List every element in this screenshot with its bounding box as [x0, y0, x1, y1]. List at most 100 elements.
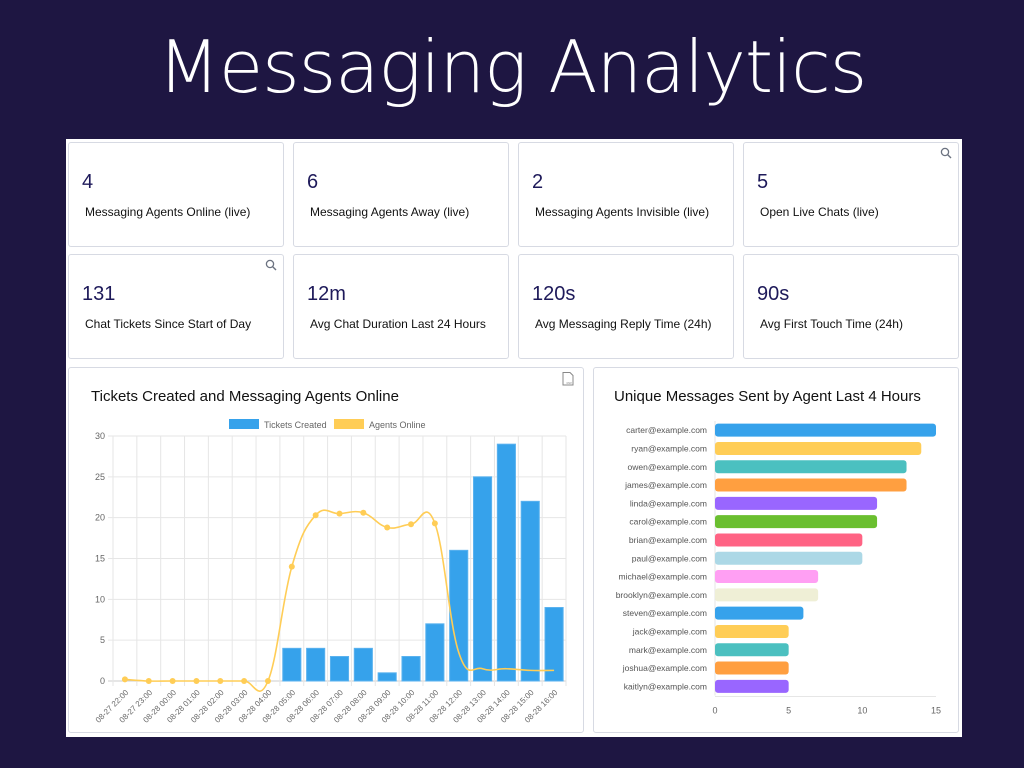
stat-label: Avg First Touch Time (24h) [760, 317, 903, 331]
stat-label: Chat Tickets Since Start of Day [85, 317, 252, 331]
ticket-bar [449, 549, 469, 682]
agent-messages-chart: carter@example.com ryan@example.com owen@e… [616, 421, 941, 716]
ticket-bar [353, 647, 373, 682]
agent-label: michael@example.com [619, 572, 707, 582]
stat-card: 12m Avg Chat Duration Last 24 Hours [293, 254, 509, 359]
y-tick-label: 5 [100, 635, 105, 645]
stat-value: 131 [82, 283, 116, 305]
agent-label: owen@example.com [628, 462, 708, 472]
agent-bar [715, 570, 819, 584]
search-icon[interactable] [265, 259, 277, 271]
y-tick-label: 30 [95, 431, 105, 441]
stat-card: 131 Chat Tickets Since Start of Day [68, 254, 284, 359]
agent-bar [715, 441, 922, 455]
stat-value: 2 [532, 171, 544, 193]
legend-swatch [229, 419, 259, 429]
tickets-agents-chart-card: Tickets Created and Messaging Agents Onl… [68, 367, 584, 733]
y-tick-label: 10 [95, 594, 105, 604]
agent-label: brian@example.com [629, 535, 707, 545]
agent-bar [715, 643, 789, 657]
legend-label: Agents Online [369, 420, 426, 430]
legend-label: Tickets Created [264, 420, 327, 430]
stat-card: 5 Open Live Chats (live) [743, 142, 959, 247]
x-tick-label: 15 [931, 706, 941, 716]
agents-online-point [264, 678, 271, 684]
tickets-agents-chart: Tickets Created Agents Online 0 5 10 15 20 25 30… [94, 419, 567, 725]
stat-value: 120s [532, 283, 576, 305]
agents-online-point [384, 524, 391, 531]
agent-label: kaitlyn@example.com [624, 681, 707, 691]
ticket-bar [329, 656, 350, 682]
stat-label: Avg Messaging Reply Time (24h) [535, 317, 712, 331]
legend-swatch [334, 419, 364, 429]
agents-online-point [408, 521, 415, 528]
agents-online-point [360, 509, 367, 516]
agent-label: carter@example.com [626, 425, 707, 435]
agent-label: brooklyn@example.com [616, 590, 707, 600]
ticket-bar [401, 656, 421, 682]
stat-label: Messaging Agents Invisible (live) [535, 205, 710, 219]
agents-online-point [336, 510, 343, 517]
agent-bar [715, 460, 907, 474]
agent-label: mark@example.com [629, 645, 707, 655]
agent-bar [715, 423, 936, 437]
dashboard-panel: 4 Messaging Agents Online (live) 6 Messagin… [66, 139, 962, 737]
agents-online-point [169, 678, 176, 684]
agent-bar [715, 606, 804, 620]
ticket-bar [306, 647, 326, 682]
agents-online-point [288, 563, 295, 570]
agent-label: carol@example.com [629, 517, 707, 527]
y-tick-label: 20 [95, 513, 105, 523]
agents-online-point [217, 678, 224, 684]
stat-value: 12m [307, 283, 346, 305]
agents-online-point [193, 678, 200, 684]
agents-online-point [145, 678, 152, 684]
y-tick-label: 15 [95, 554, 105, 564]
agent-bar [715, 661, 789, 675]
stat-label: Messaging Agents Away (live) [310, 205, 470, 219]
ticket-bar [472, 476, 493, 682]
x-tick-label: 10 [857, 706, 867, 716]
stat-label: Messaging Agents Online (live) [85, 205, 251, 219]
stat-card: 2 Messaging Agents Invisible (live) [518, 142, 734, 247]
search-icon[interactable] [940, 147, 952, 159]
agent-bar [715, 478, 907, 492]
agent-label: joshua@example.com [622, 663, 707, 673]
x-tick-label: 5 [786, 706, 791, 716]
ticket-bar [282, 647, 302, 682]
agent-label: ryan@example.com [631, 443, 707, 453]
ticket-bar [520, 500, 540, 682]
stat-value: 6 [307, 171, 319, 193]
stat-value: 5 [757, 171, 769, 193]
ticket-bar [425, 623, 445, 682]
agents-online-point [241, 678, 248, 684]
page-title: Messaging Analytics [157, 25, 867, 109]
agent-bar [715, 679, 789, 693]
x-tick-label: 0 [712, 706, 717, 716]
agent-label: paul@example.com [632, 553, 707, 563]
stat-value: 4 [82, 171, 94, 193]
agent-bar [715, 496, 878, 510]
stat-card: 120s Avg Messaging Reply Time (24h) [518, 254, 734, 359]
ticket-bar [377, 672, 397, 682]
agent-bar [715, 588, 819, 602]
stat-label: Open Live Chats (live) [760, 205, 879, 219]
agents-online-point [312, 512, 319, 519]
agent-label: steven@example.com [623, 608, 707, 618]
stat-label: Avg Chat Duration Last 24 Hours [310, 317, 486, 331]
agent-label: linda@example.com [630, 498, 707, 508]
agents-online-point [121, 676, 128, 683]
stat-card: 6 Messaging Agents Away (live) [293, 142, 509, 247]
stat-card: 90s Avg First Touch Time (24h) [743, 254, 959, 359]
agent-bar [715, 533, 863, 547]
agents-online-point [431, 520, 438, 527]
agent-bar [715, 551, 863, 565]
stat-card: 4 Messaging Agents Online (live) [68, 142, 284, 247]
agent-bar [715, 515, 878, 529]
agent-bar [715, 624, 789, 638]
ticket-bar [496, 443, 516, 682]
agent-label: james@example.com [624, 480, 707, 490]
stat-value: 90s [757, 283, 790, 305]
agent-messages-chart-card: Unique Messages Sent by Agent Last 4 Hou… [593, 367, 959, 733]
y-tick-label: 0 [100, 676, 105, 686]
